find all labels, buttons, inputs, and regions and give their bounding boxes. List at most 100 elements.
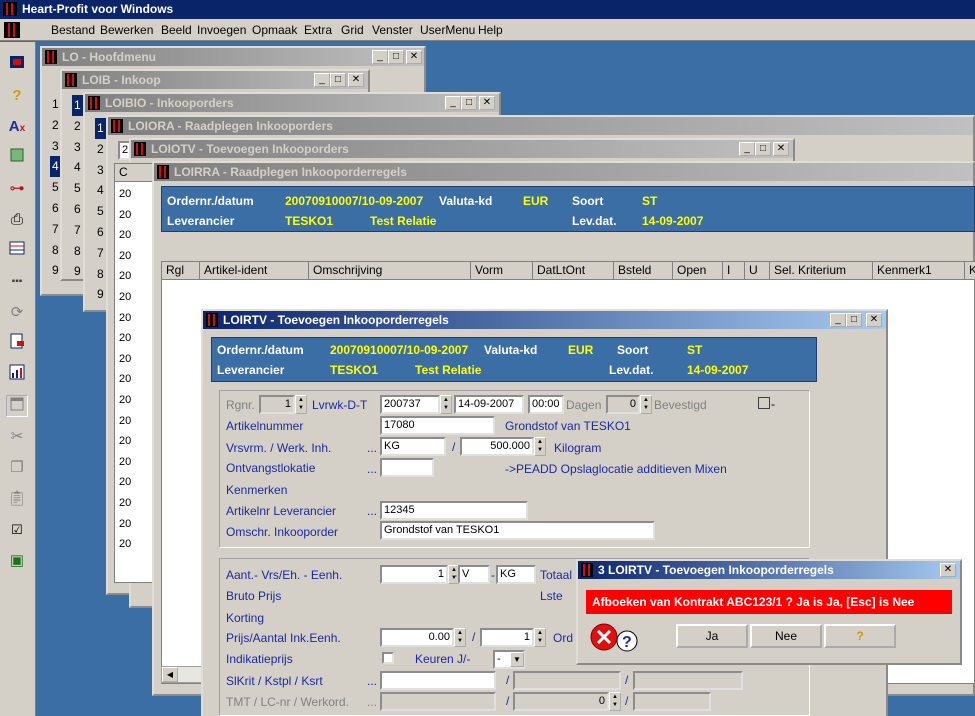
list-item[interactable]: 9	[74, 261, 83, 282]
import-icon[interactable]	[6, 147, 28, 169]
list-item[interactable]: 9	[97, 284, 106, 305]
menu-bewerken[interactable]: Bewerken	[100, 23, 153, 37]
column-header-rgl[interactable]: Rgl	[162, 262, 200, 280]
lc-nr-input[interactable]: 0	[513, 692, 609, 711]
table-row[interactable]: 20	[119, 328, 131, 349]
dots-icon[interactable]: ▪▪▪	[6, 271, 28, 293]
vrs-eh-input[interactable]: V	[458, 565, 490, 584]
column-header-sel-kriterium[interactable]: Sel. Kriterium	[770, 262, 873, 280]
copy-icon[interactable]: ❐	[6, 457, 28, 479]
list-item[interactable]: 1	[72, 95, 83, 116]
close-button[interactable]: ✕	[866, 313, 882, 327]
table-row[interactable]: 20	[119, 225, 131, 246]
table-row[interactable]: 20	[119, 452, 131, 473]
app-icon[interactable]	[6, 54, 28, 76]
lvrwk-date-input[interactable]: 14-09-2007	[454, 395, 524, 414]
rgnr-input[interactable]: 1	[259, 395, 295, 414]
artikelnr-leverancier-input[interactable]: 12345	[380, 501, 528, 520]
lvrwk-time-input[interactable]: 00:00	[528, 395, 564, 414]
list-item[interactable]: 4	[97, 180, 106, 201]
vrsvrm-dots[interactable]: ...	[367, 441, 377, 455]
maximize-button[interactable]: □	[330, 73, 346, 87]
minimize-button[interactable]: _	[830, 313, 846, 327]
list-item[interactable]: 8	[97, 264, 106, 285]
dialog-close-button[interactable]: ✕	[940, 563, 956, 577]
ontvangstlokatie-dots[interactable]: ...	[367, 462, 377, 476]
table-row[interactable]: 20	[119, 266, 131, 287]
table-row[interactable]: 20	[119, 411, 131, 432]
tmt-dots[interactable]: ...	[367, 695, 377, 709]
list-item[interactable]: 7	[97, 243, 106, 264]
minimize-button[interactable]: _	[372, 50, 388, 64]
table-icon[interactable]	[6, 240, 28, 262]
menu-beeld[interactable]: Beeld	[161, 23, 192, 37]
rgnr-spinner[interactable]: ▲ ▼	[295, 395, 307, 414]
prijs-input[interactable]: 0.00	[380, 628, 454, 647]
slkrit-dots[interactable]: ...	[367, 674, 377, 688]
artikelnr-leverancier-dots[interactable]: ...	[367, 504, 377, 518]
column-header-artikel[interactable]: Artikel-ident	[200, 262, 309, 280]
lvrwk-week-input[interactable]: 200737	[380, 395, 440, 414]
list-item[interactable]: 3	[97, 160, 106, 181]
column-header-omschrijving[interactable]: Omschrijving	[309, 262, 471, 280]
eenheid-input[interactable]: KG	[496, 565, 536, 584]
column-header-bsteld[interactable]: Bsteld	[614, 262, 673, 280]
key-icon[interactable]: ⊶	[6, 178, 28, 200]
table-row[interactable]: 20	[119, 369, 131, 390]
lvrwk-week-spinner[interactable]: ▲ ▼	[440, 395, 452, 414]
list-item[interactable]: 2	[97, 139, 106, 160]
list-item[interactable]: 3	[74, 137, 83, 158]
menu-invoegen[interactable]: Invoegen	[197, 23, 246, 37]
list-item[interactable]: 4	[74, 157, 83, 178]
maximize-button[interactable]: □	[846, 313, 862, 327]
slkrit-input[interactable]	[380, 671, 496, 690]
report-icon[interactable]	[6, 364, 28, 386]
tmt-input[interactable]	[380, 692, 496, 711]
list-item[interactable]: 6	[74, 199, 83, 220]
spelling-icon[interactable]: Ax	[6, 116, 28, 138]
werk-inh-spinner[interactable]: ▲ ▼	[534, 437, 546, 456]
list-item[interactable]: 5	[74, 178, 83, 199]
ksrt-input[interactable]	[633, 671, 743, 690]
chevron-down-icon[interactable]: ▼	[510, 652, 524, 667]
column-header-u[interactable]: U	[745, 262, 770, 280]
list-item[interactable]: 2	[74, 116, 83, 137]
dagen-input[interactable]: 0	[606, 395, 640, 414]
maximize-button[interactable]: □	[388, 50, 404, 64]
werk-inh-input[interactable]: 500.000	[460, 437, 534, 456]
table-row[interactable]: 20	[119, 534, 131, 555]
monitor-icon[interactable]: ▣	[6, 550, 28, 572]
minimize-button[interactable]: _	[739, 142, 755, 156]
close-button[interactable]: ✕	[406, 50, 422, 64]
omschr-inkooporder-input[interactable]: Grondstof van TESKO1	[380, 521, 655, 540]
list-item[interactable]: 7	[74, 220, 83, 241]
maximize-button[interactable]: □	[755, 142, 771, 156]
list-item[interactable]: 5	[97, 201, 106, 222]
minimize-button[interactable]: _	[314, 73, 330, 87]
table-row[interactable]: 20	[119, 205, 131, 226]
table-row[interactable]: 20	[119, 514, 131, 535]
column-header-datltont[interactable]: DatLtOnt	[533, 262, 614, 280]
window-icon[interactable]	[6, 395, 28, 417]
list-item[interactable]: 1	[95, 118, 106, 139]
minimize-button[interactable]: _	[445, 96, 461, 110]
kstpl-input[interactable]	[513, 671, 621, 690]
aantal-input[interactable]: 1	[380, 565, 448, 584]
maximize-button[interactable]: □	[461, 96, 477, 110]
table-row[interactable]: 20	[119, 184, 131, 205]
cut-icon[interactable]: ✂	[6, 426, 28, 448]
table-row[interactable]: 20	[119, 431, 131, 452]
close-button[interactable]: ✕	[348, 73, 364, 87]
table-row[interactable]: 20	[119, 390, 131, 411]
werkord-input[interactable]	[633, 692, 711, 711]
dagen-spinner[interactable]: ▲ ▼	[640, 395, 652, 414]
ja-button[interactable]: Ja	[676, 624, 748, 648]
prijs-aantal-input[interactable]: 1	[480, 628, 534, 647]
prijs-spinner[interactable]: ▲ ▼	[454, 628, 466, 647]
list-item[interactable]: 6	[97, 222, 106, 243]
artikelnummer-input[interactable]: 17080	[380, 416, 495, 435]
menu-usermenu[interactable]: UserMenu	[420, 23, 475, 37]
table-row[interactable]: 20	[119, 246, 131, 267]
list-item[interactable]: 8	[74, 241, 83, 262]
table-row[interactable]: 20	[119, 308, 131, 329]
